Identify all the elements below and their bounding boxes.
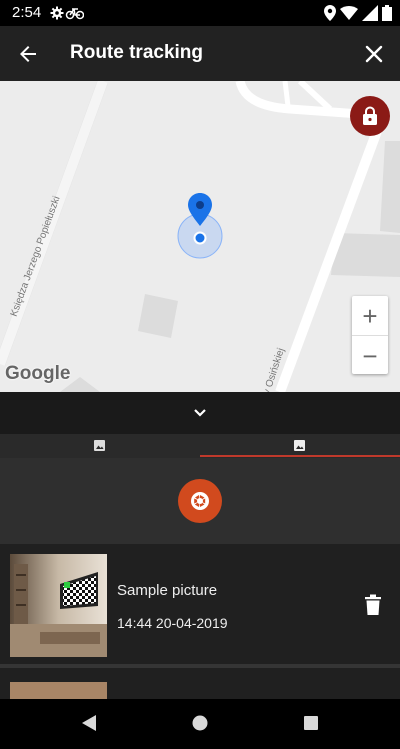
nav-recents-button[interactable]: [302, 713, 320, 738]
wifi-icon: [340, 6, 358, 20]
signal-icon: [362, 5, 378, 21]
status-time: 2:54: [12, 4, 42, 21]
image-icon: [294, 440, 305, 451]
back-button[interactable]: [14, 40, 42, 68]
battery-icon: [382, 5, 392, 21]
list-item[interactable]: Sample picture 14:44 20-04-2019: [0, 544, 400, 664]
nav-home-button[interactable]: [191, 713, 209, 738]
photo-album-icon: [94, 440, 105, 451]
take-photo-button[interactable]: [178, 479, 222, 523]
status-left-icons: [50, 5, 85, 26]
triangle-back-icon: [82, 715, 96, 731]
location-icon: [324, 5, 336, 21]
collapse-bar[interactable]: [0, 392, 400, 434]
square-recents-icon: [304, 716, 318, 730]
tab-active-indicator: [200, 455, 400, 457]
delete-photo-button[interactable]: [364, 594, 382, 621]
capture-area: [0, 458, 400, 544]
trash-icon: [365, 594, 381, 615]
close-button[interactable]: [360, 40, 388, 68]
nav-back-button[interactable]: [80, 713, 98, 738]
zoom-in-button[interactable]: +: [352, 296, 388, 336]
page-title: Route tracking: [70, 42, 204, 63]
circle-home-icon: [192, 715, 208, 731]
minus-icon: −: [362, 340, 378, 371]
system-nav-bar: [0, 699, 400, 749]
google-logo: Google: [5, 363, 71, 384]
close-icon: [365, 45, 383, 63]
arrow-back-icon: [20, 46, 36, 62]
photo-thumbnail: [10, 554, 107, 657]
photo-date: 14:44 20-04-2019: [117, 615, 228, 631]
map-view[interactable]: Księdza Jerzego Popiełuszki y Osińskiej …: [0, 81, 400, 392]
zoom-out-button[interactable]: −: [352, 336, 388, 375]
zoom-controls: + −: [352, 296, 388, 374]
settings-icon: [50, 6, 64, 20]
photo-name: Sample picture: [117, 582, 218, 599]
photo-list: Sample picture 14:44 20-04-2019: [0, 544, 400, 699]
photo-thumbnail: [10, 682, 107, 699]
tab-bar: [0, 434, 400, 458]
camera-shutter-icon: [191, 492, 209, 510]
app-bar: Route tracking: [0, 26, 400, 81]
bike-icon: [65, 8, 85, 20]
lock-button[interactable]: [350, 96, 390, 136]
lock-icon: [363, 106, 377, 125]
plus-icon: +: [362, 300, 378, 331]
tab-route-photos[interactable]: [0, 434, 200, 458]
chevron-down-icon: [194, 409, 206, 417]
status-bar: 2:54: [0, 0, 400, 26]
status-right-icons: [324, 5, 392, 21]
list-item[interactable]: [0, 668, 400, 699]
